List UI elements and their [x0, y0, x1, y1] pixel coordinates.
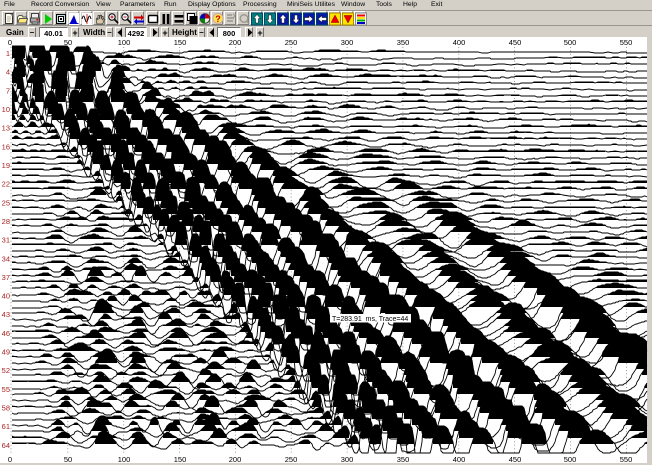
svg-text:T=283.91 ms, Trace=44: T=283.91 ms, Trace=44: [332, 316, 408, 323]
svg-text:31: 31: [2, 236, 10, 245]
svg-text:58: 58: [2, 404, 10, 413]
svg-text:450: 450: [509, 38, 522, 47]
svg-text:4: 4: [6, 68, 10, 77]
svg-text:49: 49: [2, 348, 10, 357]
svg-text:46: 46: [2, 329, 10, 338]
svg-text:64: 64: [2, 441, 10, 450]
svg-text:22: 22: [2, 180, 10, 189]
svg-text:40: 40: [2, 292, 10, 301]
svg-text:37: 37: [2, 273, 10, 282]
svg-text:10: 10: [2, 105, 10, 114]
svg-text:28: 28: [2, 217, 10, 226]
svg-text:200: 200: [229, 38, 242, 47]
svg-text:43: 43: [2, 310, 10, 319]
svg-text:55: 55: [2, 385, 10, 394]
svg-text:?: ?: [215, 14, 221, 24]
svg-text:25: 25: [2, 198, 10, 207]
svg-text:350: 350: [397, 38, 410, 47]
svg-text:34: 34: [2, 254, 10, 263]
svg-text:250: 250: [285, 38, 298, 47]
svg-text:0: 0: [8, 38, 12, 47]
svg-text:7: 7: [6, 86, 10, 95]
svg-text:500: 500: [564, 38, 577, 47]
svg-text:550: 550: [620, 38, 633, 47]
svg-text:150: 150: [174, 38, 187, 47]
svg-text:16: 16: [2, 142, 10, 151]
svg-text:61: 61: [2, 422, 10, 431]
svg-text:19: 19: [2, 161, 10, 170]
svg-text:400: 400: [453, 38, 466, 47]
svg-text:52: 52: [2, 366, 10, 375]
svg-text:13: 13: [2, 124, 10, 133]
svg-text:1: 1: [6, 49, 10, 58]
svg-text:100: 100: [118, 38, 131, 47]
svg-text:300: 300: [341, 38, 354, 47]
